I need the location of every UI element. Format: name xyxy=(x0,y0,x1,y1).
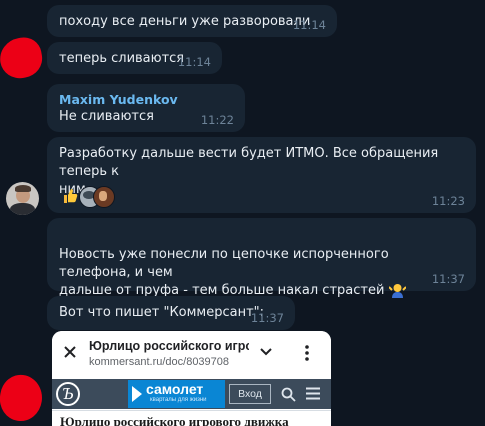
message-time: 11:14 xyxy=(177,55,211,69)
ad-banner[interactable]: самолет кварталы для жизни xyxy=(128,380,225,408)
redacted-avatar xyxy=(0,372,45,424)
message-time: 11:37 xyxy=(431,272,465,286)
message-text: походу все деньги уже разворовали xyxy=(59,14,311,29)
browser-toolbar: Юрлицо российского игро kommersant.ru/do… xyxy=(52,331,331,379)
message-text-line: ним xyxy=(59,181,464,199)
message-time: 11:37 xyxy=(250,311,284,325)
redacted-avatar xyxy=(0,34,46,82)
ad-tagline: кварталы для жизни xyxy=(150,397,207,403)
message-bubble[interactable]: Maxim Yudenkov Не сливаются 11:22 xyxy=(47,84,245,132)
message-time: 11:22 xyxy=(200,113,234,127)
message-bubble[interactable]: Разработку дальше вести будет ИТМО. Все … xyxy=(47,137,476,213)
message-time: 11:14 xyxy=(292,18,326,32)
message-bubble[interactable]: теперь сливаются 11:14 xyxy=(47,42,222,74)
divider xyxy=(52,410,331,411)
kommersant-logo: Ъ xyxy=(56,382,80,406)
thumbs-up-icon[interactable] xyxy=(62,188,78,204)
search-icon[interactable] xyxy=(281,387,296,402)
message-bubble[interactable]: Новость уже понесли по цепочке испорченн… xyxy=(47,218,476,298)
menu-icon[interactable] xyxy=(306,387,320,400)
message-text-line: Новость уже понесли по цепочке испорченн… xyxy=(59,247,389,280)
page-url: kommersant.ru/doc/8039708 xyxy=(89,356,230,368)
message-text: Вот что пишет "Коммерсант": xyxy=(59,305,265,320)
message-bubble[interactable]: походу все деньги уже разворовали 11:14 xyxy=(47,5,337,37)
page-title: Юрлицо российского игро xyxy=(89,339,249,353)
more-vert-icon[interactable] xyxy=(305,344,309,362)
reaction-avatar xyxy=(93,186,115,208)
reactions-row[interactable] xyxy=(59,185,119,208)
message-bubble[interactable]: Вот что пишет "Коммерсант": 11:37 xyxy=(47,296,295,330)
close-icon[interactable] xyxy=(62,344,78,360)
article-headline: Юрлицо российского игрового движка xyxy=(60,414,289,426)
sender-name[interactable]: Maxim Yudenkov xyxy=(59,91,233,108)
avatar[interactable] xyxy=(6,182,39,215)
login-button[interactable]: Вход xyxy=(229,384,271,404)
shrug-icon xyxy=(388,283,406,298)
image-attachment[interactable]: Юрлицо российского игро kommersant.ru/do… xyxy=(52,331,331,426)
chevron-down-icon[interactable] xyxy=(259,347,273,357)
message-text-line: Разработку дальше вести будет ИТМО. Все … xyxy=(59,146,439,179)
arrow-icon xyxy=(132,386,142,402)
ad-brand: самолет xyxy=(146,381,204,397)
message-time: 11:23 xyxy=(431,194,465,208)
